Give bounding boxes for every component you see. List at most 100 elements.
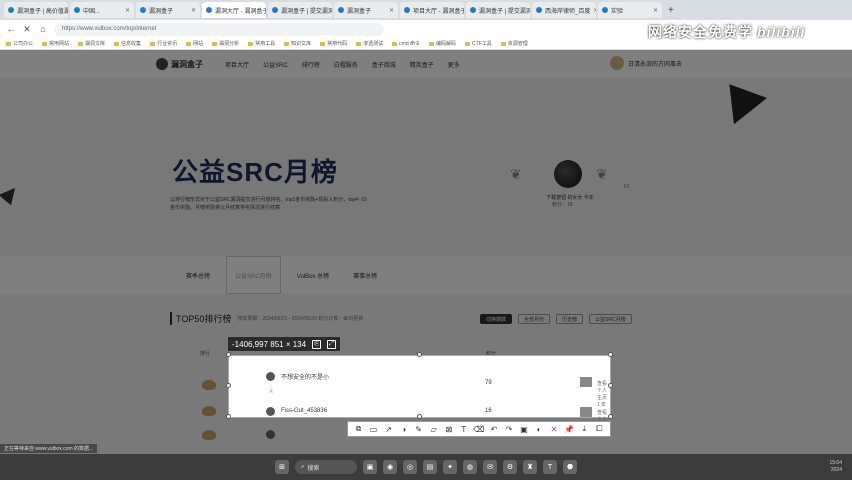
browser-tab-bar: 漏洞盒子 | 高价值漏✕ 中国...✕ 漏洞盒子✕ 漏洞大厅 - 漏洞盒子✕ 漏… — [0, 0, 852, 20]
bookmark-item[interactable]: 网站 — [186, 40, 203, 47]
ocr-icon[interactable]: ▣ — [518, 425, 530, 434]
close-tab-icon[interactable]: ✕ — [389, 7, 394, 14]
bookmark-item[interactable]: 常用代码 — [320, 40, 347, 47]
resize-handle[interactable] — [608, 352, 613, 357]
bookmark-item[interactable]: 漏洞文库 — [78, 40, 105, 47]
avatar — [266, 407, 275, 416]
bookmark-item[interactable]: 知识文库 — [284, 40, 311, 47]
bilibili-logo: bilibili — [757, 24, 806, 40]
bookmark-item[interactable]: 常用网站 — [42, 40, 69, 47]
bookmark-item[interactable]: 公司办公 — [6, 40, 33, 47]
resize-handle[interactable] — [608, 414, 613, 419]
marker-icon[interactable]: ◑ — [398, 425, 410, 434]
app-icon[interactable]: ✉ — [483, 460, 497, 474]
browser-tab[interactable]: 中国... ✕ — [70, 2, 134, 18]
resize-handle[interactable] — [608, 383, 613, 388]
home-icon[interactable]: ⌂ — [38, 24, 48, 34]
taskview-icon[interactable]: ▣ — [363, 460, 377, 474]
app-icon[interactable]: ♜ — [523, 460, 537, 474]
capture-readout: -1406,997 851 × 134 ⎘ ⤢ — [228, 337, 341, 351]
favicon-icon — [140, 7, 146, 13]
pencil-icon[interactable]: ✎ — [413, 425, 425, 434]
url-field[interactable]: https://www.vulbox.com/top/internet — [54, 22, 384, 36]
resize-handle[interactable] — [226, 414, 231, 419]
bookmark-item[interactable]: 漏洞分析 — [212, 40, 239, 47]
app-icon[interactable]: ⬣ — [563, 460, 577, 474]
mosaic-icon[interactable]: ⊠ — [443, 425, 455, 434]
browser-tab[interactable]: 项目大厅 - 漏洞盒子✕ — [400, 2, 464, 18]
favicon-icon — [272, 7, 278, 13]
favicon-icon — [338, 7, 344, 13]
resize-handle[interactable] — [226, 383, 231, 388]
redo-icon[interactable]: ↷ — [503, 425, 515, 434]
bookmark-item[interactable]: 编码解码 — [429, 40, 456, 47]
close-tab-icon[interactable]: ✕ — [653, 7, 658, 14]
bookmark-item[interactable]: 行业资讯 — [150, 40, 177, 47]
taskbar-search[interactable]: ⌕ 搜索 — [295, 460, 357, 474]
copy-icon[interactable]: ⎘ — [312, 339, 322, 349]
system-tray[interactable]: 15:04 2024 — [829, 460, 842, 474]
bookmark-item[interactable]: 渗透测试 — [356, 40, 383, 47]
bookmark-item[interactable]: 资源管理 — [501, 40, 528, 47]
back-icon[interactable]: ← — [6, 24, 16, 34]
pin-to-screen-icon[interactable]: 📌 — [563, 425, 575, 434]
text-app-icon[interactable]: T — [543, 460, 557, 474]
capture-region[interactable]: 不想安全的不是小 元 79 查看个人主页 1 年 Fiss-Gut_453836… — [228, 355, 611, 437]
bookmark-item[interactable]: CTF工具 — [465, 40, 492, 47]
favicon-icon — [404, 7, 410, 13]
favicon-icon — [206, 7, 212, 13]
stop-icon[interactable]: ✕ — [22, 24, 32, 35]
translate-icon[interactable]: ◐ — [533, 425, 545, 434]
favicon-icon — [536, 7, 542, 13]
browser-tab-active[interactable]: 漏洞大厅 - 漏洞盒子✕ — [202, 2, 266, 18]
browser-tab[interactable]: 漏洞盒子 ✕ — [136, 2, 200, 18]
snip-toolbar: ⧉ ▭ ↗ ◑ ✎ ▱ ⊠ T ⌫ ↶ ↷ ▣ ◐ ✕ 📌 ⤓ ⧠ — [347, 421, 611, 437]
clock-time: 15:04 — [829, 460, 842, 466]
text-icon[interactable]: T — [458, 425, 470, 434]
arrow-icon[interactable]: ↗ — [383, 425, 395, 434]
expand-icon[interactable]: ⤢ — [327, 339, 337, 349]
favicon-icon — [602, 7, 608, 13]
level-badge — [580, 407, 592, 417]
browser-tab[interactable]: 西海岸律师_百度 ✕ — [532, 2, 596, 18]
bookmark-item[interactable]: cmd 命令 — [392, 40, 420, 47]
rectangle-icon[interactable]: ▭ — [368, 425, 380, 434]
user-score: 79 — [485, 380, 492, 386]
favicon-icon — [470, 7, 476, 13]
resize-handle[interactable] — [226, 352, 231, 357]
start-icon[interactable]: ⊞ — [275, 460, 289, 474]
browser-tab[interactable]: 漏洞盒子 ✕ — [334, 2, 398, 18]
folder-icon[interactable]: ▤ — [423, 460, 437, 474]
browser-status: 正在等待来自 www.vulbox.com 的数据... — [0, 444, 98, 453]
browser-icon[interactable]: ◍ — [463, 460, 477, 474]
download-icon[interactable]: ⤓ — [578, 424, 590, 434]
eraser-icon[interactable]: ⌫ — [473, 425, 485, 434]
pin-icon[interactable]: ⧉ — [353, 424, 365, 434]
copy-icon[interactable]: ⧠ — [593, 424, 605, 434]
app-icon[interactable]: ◎ — [403, 460, 417, 474]
resize-handle[interactable] — [417, 414, 422, 419]
level-badge — [580, 377, 592, 387]
close-tab-icon[interactable]: ✕ — [593, 7, 596, 14]
close-tab-icon[interactable]: ✕ — [125, 7, 130, 14]
browser-tab[interactable]: 漏洞盒子 | 高价值漏✕ — [4, 2, 68, 18]
favicon-icon — [8, 7, 14, 13]
resize-handle[interactable] — [417, 352, 422, 357]
undo-icon[interactable]: ↶ — [488, 425, 500, 434]
app-icon[interactable]: ◉ — [383, 460, 397, 474]
browser-tab[interactable]: 漏洞盒子 | 提交漏洞✕ — [268, 2, 332, 18]
close-icon[interactable]: ✕ — [548, 425, 560, 434]
search-icon: ⌕ — [301, 463, 305, 470]
bookmark-item[interactable]: 信息收集 — [114, 40, 141, 47]
browser-tab[interactable]: 漏洞盒子 | 提交漏洞✕ — [466, 2, 530, 18]
clock-date: 2024 — [830, 467, 842, 473]
highlighter-icon[interactable]: ▱ — [428, 425, 440, 434]
browser-tab[interactable]: 实验 ✕ — [598, 2, 662, 18]
video-watermark: 网络安全免费学 bilibili — [648, 24, 806, 40]
bookmark-item[interactable]: 常用工具 — [248, 40, 275, 47]
app-icon[interactable]: ✦ — [443, 460, 457, 474]
new-tab-button[interactable]: + — [664, 5, 678, 16]
taskbar: ⊞ ⌕ 搜索 ▣ ◉ ◎ ▤ ✦ ◍ ✉ ⚙ ♜ T ⬣ 15:04 2024 — [0, 454, 852, 480]
app-icon[interactable]: ⚙ — [503, 460, 517, 474]
close-tab-icon[interactable]: ✕ — [191, 7, 196, 14]
